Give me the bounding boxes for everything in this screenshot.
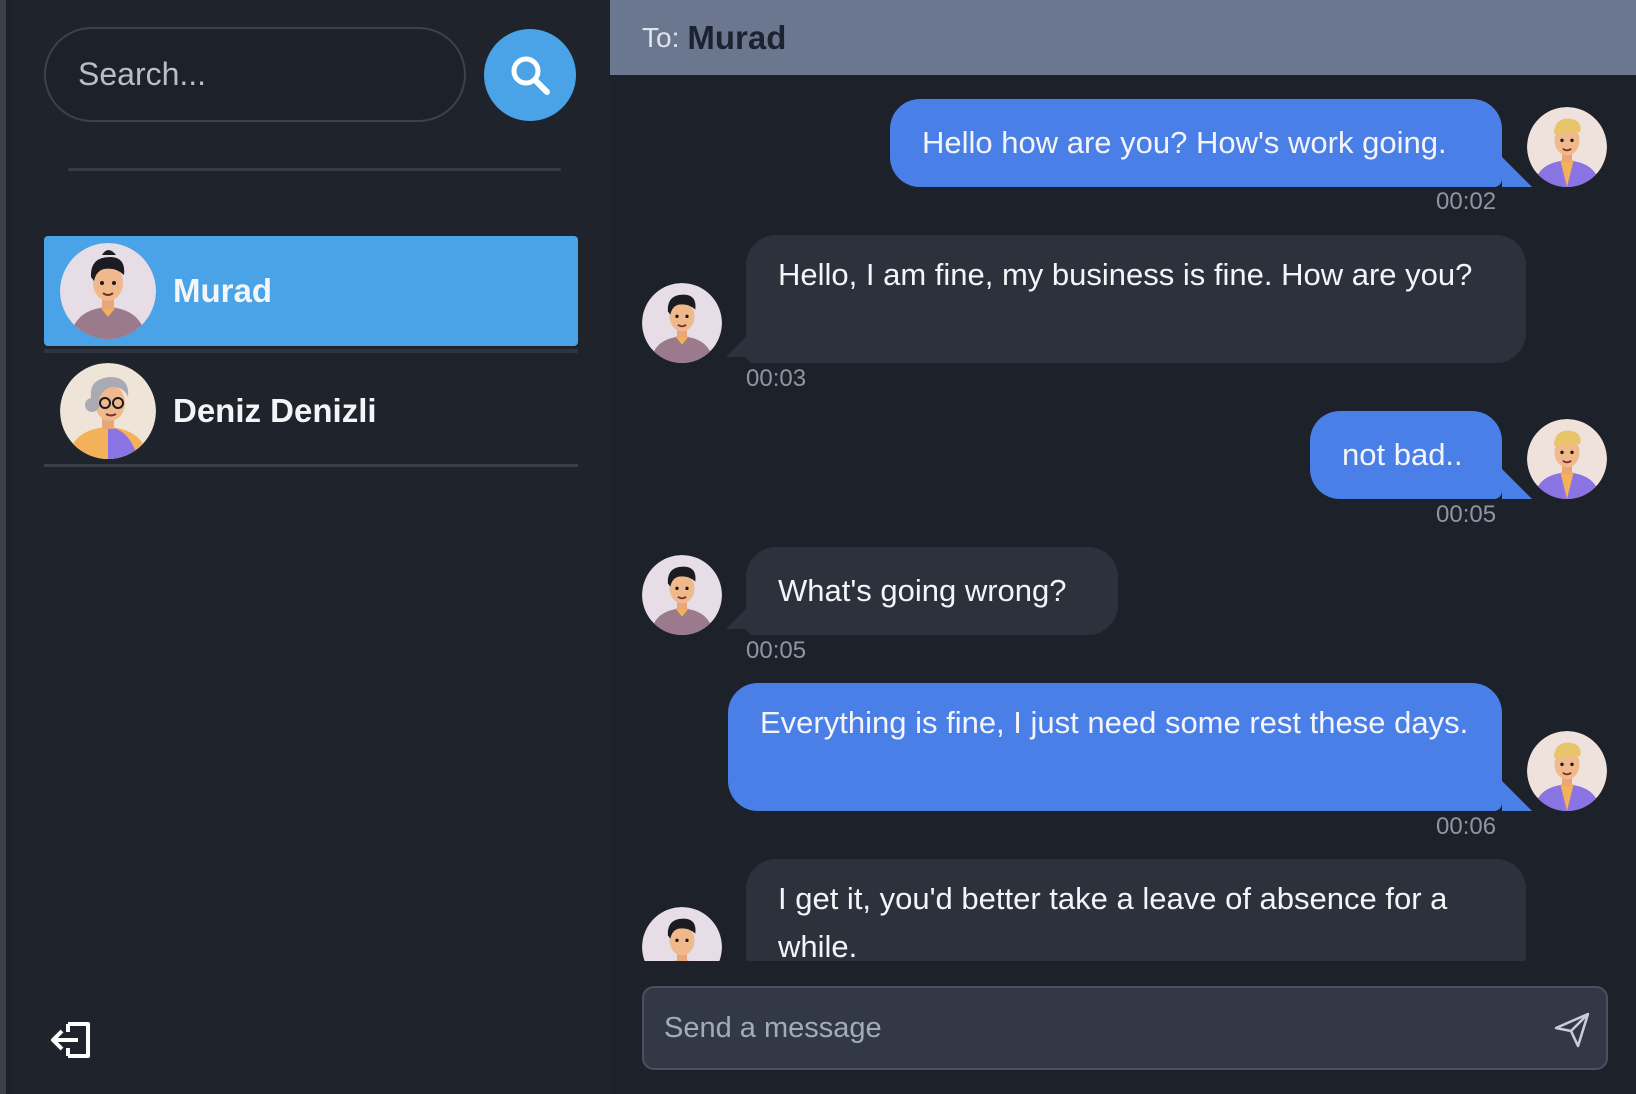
message-time: 00:06 (1436, 813, 1497, 840)
bubble-tail (1502, 157, 1532, 187)
message-bubble-incoming: Hello, I am fine, my business is fine. H… (746, 235, 1526, 363)
avatar (1527, 419, 1607, 499)
recipient-name: Murad (687, 18, 787, 56)
message-bubble-outgoing: Hello how are you? How's work going. (890, 99, 1502, 187)
message-text: Hello how are you? How's work going. (922, 125, 1447, 160)
avatar (642, 283, 722, 363)
sidebar-divider (68, 168, 561, 171)
message-bubble-incoming: I get it, you'd better take a leave of a… (746, 859, 1526, 961)
message-text: Everything is fine, I just need some res… (760, 705, 1469, 740)
search-button[interactable] (484, 29, 576, 121)
to-label: To: (642, 21, 680, 53)
bubble-tail (1502, 781, 1532, 811)
message-bubble-outgoing: not bad.. (1310, 411, 1502, 499)
message-time: 00:05 (746, 637, 807, 664)
sidebar: Murad Deniz Denizli (12, 0, 610, 1094)
message-time: 00:05 (1436, 501, 1497, 528)
message-text: not bad.. (1342, 437, 1463, 472)
message-text: Hello, I am fine, my business is fine. H… (778, 257, 1473, 292)
avatar (1527, 731, 1607, 811)
contact-item-deniz-denizli[interactable]: Deniz Denizli (44, 357, 578, 467)
search-input[interactable] (44, 27, 466, 122)
chat-panel: To: Murad Hello how are you? How's work … (610, 0, 1636, 1094)
message-time: 00:03 (746, 365, 807, 392)
chat-header: To: Murad (610, 0, 1636, 75)
message-composer (642, 986, 1608, 1070)
message-list: Hello how are you? How's work going. 00:… (610, 75, 1636, 961)
search-icon (511, 56, 550, 95)
contact-name: Deniz Denizli (173, 391, 377, 429)
avatar (642, 907, 722, 961)
message-text: What's going wrong? (778, 573, 1067, 608)
message-input[interactable] (644, 988, 1524, 1068)
message-text: I get it, you'd better take a leave of a… (778, 881, 1448, 961)
avatar (642, 555, 722, 635)
contact-divider (44, 349, 578, 353)
bubble-tail (1502, 469, 1532, 499)
avatar (60, 243, 156, 339)
app-window: Murad Deniz Denizli (0, 0, 1636, 1094)
send-icon[interactable] (1552, 1010, 1592, 1050)
contact-name: Murad (173, 272, 272, 309)
message-time: 00:02 (1436, 188, 1497, 215)
logout-icon[interactable] (48, 1016, 96, 1064)
avatar (60, 362, 156, 459)
message-bubble-outgoing: Everything is fine, I just need some res… (728, 683, 1502, 811)
contact-item-murad[interactable]: Murad (44, 236, 578, 346)
avatar (1527, 107, 1607, 187)
message-bubble-incoming: What's going wrong? (746, 547, 1118, 635)
